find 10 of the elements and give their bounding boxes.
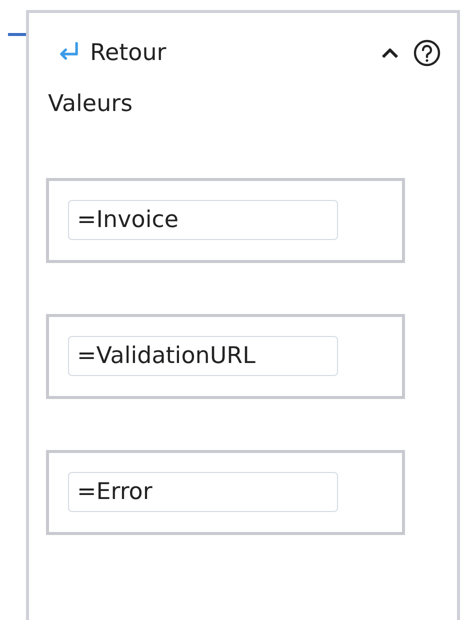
- caret-up-icon: [381, 47, 399, 59]
- help-button[interactable]: [413, 39, 441, 67]
- back-button[interactable]: Retour: [56, 36, 166, 70]
- connector-line: [8, 33, 26, 36]
- value-field[interactable]: =ValidationURL: [68, 336, 338, 376]
- collapse-button[interactable]: [381, 47, 399, 59]
- value-field[interactable]: =Invoice: [68, 200, 338, 240]
- help-icon: [413, 39, 441, 67]
- section-label: Valeurs: [48, 90, 133, 119]
- value-field[interactable]: =Error: [68, 472, 338, 512]
